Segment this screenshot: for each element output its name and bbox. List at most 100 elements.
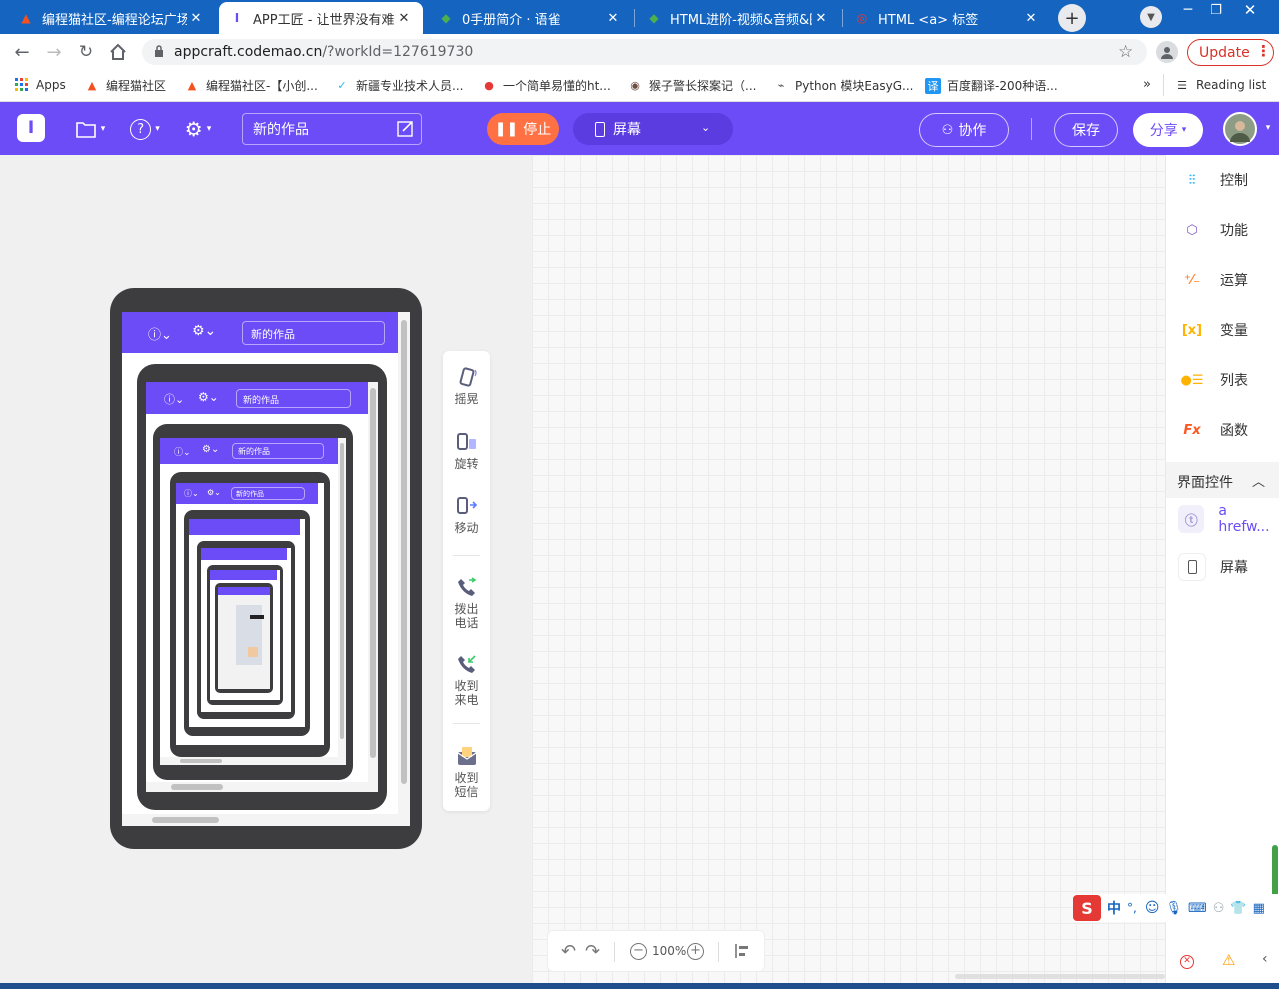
palette-scrollbar[interactable] [1272, 845, 1278, 900]
error-icon[interactable]: ✕ [1180, 955, 1194, 969]
reading-list-button[interactable]: ☰ Reading list [1174, 77, 1266, 93]
new-tab-button[interactable]: + [1058, 4, 1086, 32]
ime-mode-label[interactable]: 中 [1107, 898, 1121, 918]
phone-notch [216, 288, 316, 298]
nested-phone-screen [218, 587, 270, 689]
url-field[interactable]: appcraft.codemao.cn/?workId=127619730 ☆ [142, 39, 1147, 65]
receive-sms-button[interactable]: 收到短信 [443, 745, 490, 799]
keyboard-icon[interactable]: ⌨ [1188, 901, 1207, 916]
restore-window-icon[interactable]: ❐ [1206, 2, 1226, 18]
move-button[interactable]: 移动 [443, 495, 490, 535]
widget-text[interactable]: ⓣ a hrefw... [1178, 503, 1279, 535]
redo-icon[interactable]: ↷ [585, 941, 600, 962]
chevron-down-icon[interactable]: ▾ [1262, 122, 1274, 134]
address-bar-row: ← → ↻ appcraft.codemao.cn/?workId=127619… [0, 34, 1279, 70]
palette-category-procedure[interactable]: Fx 函数 [1178, 416, 1248, 444]
collaborate-button[interactable]: ⚇ 协作 [919, 113, 1009, 147]
preview-header [218, 587, 270, 595]
bookmark-apps[interactable]: Apps [14, 77, 66, 93]
ui-widgets-section-header[interactable]: 界面控件 ︿ [1166, 462, 1279, 498]
home-icon[interactable] [106, 40, 130, 64]
more-bookmarks-chevron-icon[interactable]: » [1143, 77, 1151, 92]
screen-select[interactable]: 屏幕 ⌄ [573, 113, 733, 145]
forward-arrow-icon[interactable]: → [42, 40, 66, 64]
zoom-in-icon[interactable]: + [687, 943, 704, 960]
close-tab-icon[interactable]: ✕ [604, 11, 622, 26]
close-window-icon[interactable]: ✕ [1240, 1, 1260, 19]
update-button[interactable]: Update ⋮ [1187, 39, 1274, 66]
shake-button[interactable]: 摇晃 [443, 366, 490, 406]
incoming-call-button[interactable]: 收到来电 [443, 653, 490, 707]
toolbox-icon[interactable]: ▦ [1253, 901, 1265, 916]
lock-icon [154, 44, 164, 58]
stop-button[interactable]: ❚❚ 停止 [487, 113, 559, 145]
microphone-icon[interactable]: 🎙 [1165, 901, 1182, 916]
bookmark-star-icon[interactable]: ☆ [1118, 42, 1133, 62]
profile-avatar-icon[interactable] [1156, 41, 1178, 63]
minimize-window-icon[interactable]: ─ [1178, 2, 1198, 18]
appcraft-logo[interactable]: I [17, 114, 45, 142]
palette-category-function[interactable]: ⬡ 功能 [1178, 216, 1248, 244]
palette-category-control[interactable]: ⫶⫶ 控制 [1178, 166, 1248, 194]
nested-phone-preview: ⓘ⌄ ⚙⌄ 新的作品 [170, 472, 330, 757]
palette-category-variable[interactable]: [x] 变量 [1178, 316, 1248, 344]
canvas-hscrollbar[interactable] [955, 974, 1165, 979]
bookmark-item[interactable]: ✓ 新疆专业技术人员... [334, 77, 463, 94]
align-blocks-icon[interactable] [734, 943, 750, 963]
pause-icon: ❚❚ [494, 121, 519, 137]
browser-tab[interactable]: ◆ HTML进阶-视频&音频&图 ✕ [636, 2, 840, 34]
preview-content-bar [250, 615, 264, 619]
bookmark-item[interactable]: ▲ 编程猫社区 [84, 77, 166, 94]
toolbar-divider [614, 942, 615, 962]
outgoing-call-button[interactable]: 拨出电话 [443, 576, 490, 630]
browser-tab[interactable]: ▲ 编程猫社区-编程论坛广场- ✕ [8, 2, 215, 34]
undo-icon[interactable]: ↶ [561, 941, 576, 962]
user-avatar[interactable] [1223, 112, 1257, 146]
apps-grid-icon [14, 77, 30, 93]
nested-phone-preview [197, 541, 295, 719]
sogou-ime-icon[interactable]: S [1073, 895, 1101, 921]
sms-icon [456, 745, 478, 767]
close-tab-icon[interactable]: ✕ [812, 11, 830, 26]
help-menu-button[interactable]: ? ▾ [125, 117, 165, 141]
browser-tab-active[interactable]: I APP工匠 - 让世界没有难做 ✕ [219, 2, 423, 34]
chevron-left-icon[interactable]: ‹ [1262, 951, 1268, 967]
tab-search-icon[interactable]: ▼ [1140, 6, 1162, 28]
close-tab-icon[interactable]: ✕ [1022, 11, 1040, 26]
punctuation-icon[interactable]: °, [1127, 901, 1137, 915]
work-name-field[interactable]: 新的作品 [242, 113, 422, 145]
bookmark-item[interactable]: ⌁ Python 模块EasyG... [773, 77, 914, 94]
gear-icon: ⚙⌄ [207, 488, 221, 497]
emoji-icon[interactable]: ☺ [1145, 900, 1160, 916]
move-icon [456, 495, 478, 517]
palette-category-list[interactable]: ●☰ 列表 [1178, 366, 1249, 394]
bookmark-item[interactable]: 译百度翻译-200种语... [925, 77, 1058, 94]
file-menu-button[interactable]: ▾ [70, 117, 110, 141]
phone-screen[interactable]: ⓘ⌄ ⚙⌄ 新的作品 ⓘ⌄ ⚙⌄ 新的作品 ⓘ⌄ ⚙⌄ 新的作品 ⓘ⌄ ⚙⌄ 新… [122, 312, 410, 826]
bookmark-item[interactable]: ▲ 编程猫社区-【小创... [184, 77, 318, 94]
rotate-button[interactable]: 旋转 [443, 431, 490, 471]
palette-category-operator[interactable]: ⁺⁄₋ 运算 [1178, 266, 1248, 294]
close-tab-icon[interactable]: ✕ [187, 11, 205, 26]
preview-hscrollbar[interactable] [122, 814, 398, 826]
save-button[interactable]: 保存 [1054, 113, 1118, 147]
preview-scrollbar[interactable] [398, 312, 410, 826]
browser-tab[interactable]: ◎ HTML <a> 标签 ✕ [844, 2, 1050, 34]
widget-screen[interactable]: 屏幕 [1178, 553, 1248, 581]
zoom-out-icon[interactable]: − [630, 943, 647, 960]
warning-icon[interactable]: ⚠ [1222, 951, 1235, 969]
edit-icon [397, 120, 414, 141]
user-icon[interactable]: ⚇ [1213, 901, 1225, 916]
share-button[interactable]: 分享 ▾ [1133, 113, 1203, 147]
bookmark-item[interactable]: ◉ 猴子警长探案记（... [627, 77, 756, 94]
bookmark-item[interactable]: ● 一个简单易懂的ht... [481, 77, 611, 94]
skin-icon[interactable]: 👕 [1230, 901, 1246, 916]
os-taskbar [0, 983, 1279, 989]
back-arrow-icon[interactable]: ← [10, 40, 34, 64]
close-tab-icon[interactable]: ✕ [395, 11, 413, 26]
sensor-divider [453, 723, 480, 724]
settings-menu-button[interactable]: ⚙ ▾ [178, 117, 218, 141]
block-canvas[interactable] [532, 155, 1165, 989]
reload-icon[interactable]: ↻ [74, 40, 98, 64]
browser-tab[interactable]: ◆ 0手册简介 · 语雀 ✕ [428, 2, 632, 34]
